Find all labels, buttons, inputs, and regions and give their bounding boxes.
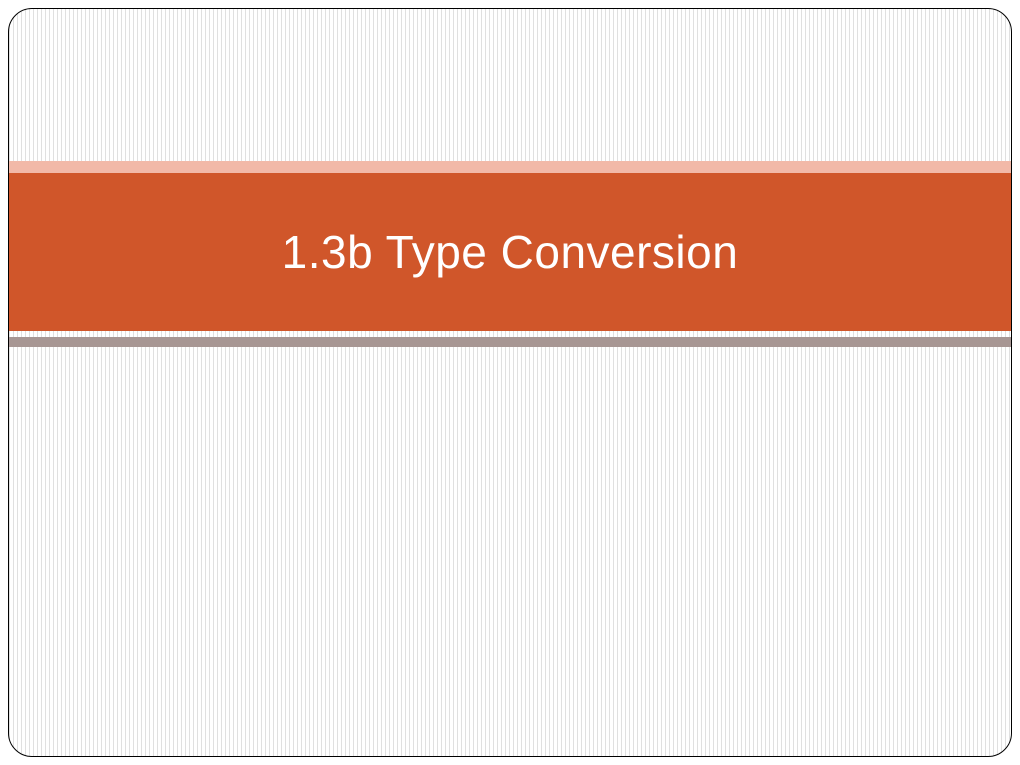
title-bar: 1.3b Type Conversion: [9, 173, 1011, 331]
decorative-stripe-bottom: [9, 337, 1011, 347]
slide-frame: 1.3b Type Conversion: [8, 8, 1012, 757]
slide-title: 1.3b Type Conversion: [282, 225, 739, 279]
decorative-stripe-top: [9, 161, 1011, 173]
